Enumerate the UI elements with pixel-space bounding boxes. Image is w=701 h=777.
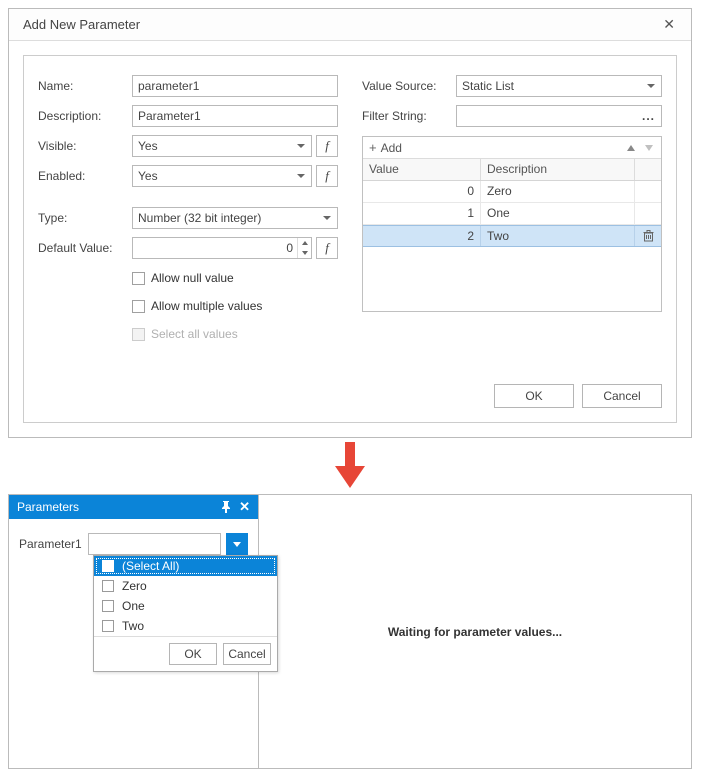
dropdown-ok-button[interactable]: OK (169, 643, 217, 665)
filter-string-input[interactable]: ... (456, 105, 662, 127)
pin-icon[interactable] (221, 501, 231, 513)
option-item[interactable]: One (94, 596, 277, 616)
dialog-body: Name: parameter1 Description: Parameter1… (23, 55, 677, 423)
value-source-label: Value Source: (362, 79, 454, 93)
type-label: Type: (38, 211, 130, 225)
checkbox-icon (102, 620, 114, 632)
value-source-select[interactable]: Static List (456, 75, 662, 97)
allow-null-checkbox[interactable]: Allow null value (132, 268, 338, 288)
default-value-label: Default Value: (38, 241, 130, 255)
name-input[interactable]: parameter1 (132, 75, 338, 97)
checkbox-icon (102, 600, 114, 612)
column-value-header[interactable]: Value (363, 159, 481, 180)
filter-string-label: Filter String: (362, 109, 454, 123)
checkbox-icon (132, 272, 145, 285)
cancel-button[interactable]: Cancel (582, 384, 662, 408)
checkbox-icon (132, 328, 145, 341)
spin-down-icon[interactable] (298, 248, 311, 258)
add-parameter-dialog: Add New Parameter ✕ Name: parameter1 Des… (8, 8, 692, 438)
checkbox-icon (102, 560, 114, 572)
parameter-name-label: Parameter1 (19, 537, 82, 551)
visible-label: Visible: (38, 139, 130, 153)
chevron-down-icon (297, 174, 305, 178)
trash-icon (643, 230, 654, 242)
name-label: Name: (38, 79, 130, 93)
table-row[interactable]: 1 One (363, 203, 661, 225)
spin-up-icon[interactable] (298, 238, 311, 248)
visible-select[interactable]: Yes (132, 135, 312, 157)
dialog-title: Add New Parameter (23, 17, 657, 32)
parameters-pane: Parameters ✕ Parameter1 (Select All) (9, 495, 259, 768)
parameters-title: Parameters (17, 500, 221, 514)
close-icon[interactable]: ✕ (657, 12, 681, 37)
allow-multiple-checkbox[interactable]: Allow multiple values (132, 296, 338, 316)
type-select[interactable]: Number (32 bit integer) (132, 207, 338, 229)
ellipsis-icon[interactable]: ... (642, 109, 655, 123)
parameter-value-input[interactable] (88, 533, 221, 555)
parameter-row: Parameter1 (19, 533, 248, 555)
enabled-select[interactable]: Yes (132, 165, 312, 187)
move-up-icon[interactable] (627, 145, 635, 151)
arrow-down-illustration (8, 438, 692, 494)
select-all-checkbox: Select all values (132, 324, 338, 344)
dropdown-cancel-button[interactable]: Cancel (223, 643, 271, 665)
dialog-titlebar[interactable]: Add New Parameter ✕ (9, 9, 691, 41)
description-label: Description: (38, 109, 130, 123)
column-action-header (635, 159, 661, 180)
plus-icon: + (369, 141, 377, 154)
static-list-grid: + Add Value Description 0 Zer (362, 136, 662, 312)
option-item[interactable]: Two (94, 616, 277, 636)
parameter-dropdown: (Select All) Zero One Two OK Cancel (93, 555, 278, 672)
visible-fx-button[interactable]: f (316, 135, 338, 157)
add-button[interactable]: + Add (369, 141, 402, 155)
option-item[interactable]: Zero (94, 576, 277, 596)
default-value-fx-button[interactable]: f (316, 237, 338, 259)
ok-button[interactable]: OK (494, 384, 574, 408)
delete-row-button[interactable] (635, 226, 661, 246)
chevron-down-icon (297, 144, 305, 148)
chevron-down-icon (233, 542, 241, 547)
parameters-panel-titlebar[interactable]: Parameters ✕ (9, 495, 258, 519)
parameter-dropdown-button[interactable] (226, 533, 248, 555)
enabled-fx-button[interactable]: f (316, 165, 338, 187)
chevron-down-icon (323, 216, 331, 220)
enabled-label: Enabled: (38, 169, 130, 183)
table-row[interactable]: 2 Two (363, 225, 661, 247)
option-select-all[interactable]: (Select All) (94, 556, 277, 576)
right-column: Value Source: Static List Filter String:… (362, 74, 662, 344)
table-row[interactable]: 0 Zero (363, 181, 661, 203)
close-icon[interactable]: ✕ (239, 499, 250, 515)
left-column: Name: parameter1 Description: Parameter1… (38, 74, 338, 344)
waiting-message: Waiting for parameter values... (388, 625, 562, 639)
checkbox-icon (102, 580, 114, 592)
preview-area: Waiting for parameter values... (259, 495, 691, 768)
default-value-input[interactable]: 0 (132, 237, 312, 259)
column-description-header[interactable]: Description (481, 159, 635, 180)
move-down-icon (645, 145, 653, 151)
chevron-down-icon (647, 84, 655, 88)
checkbox-icon (132, 300, 145, 313)
description-input[interactable]: Parameter1 (132, 105, 338, 127)
runtime-panel: Parameters ✕ Parameter1 (Select All) (8, 494, 692, 769)
